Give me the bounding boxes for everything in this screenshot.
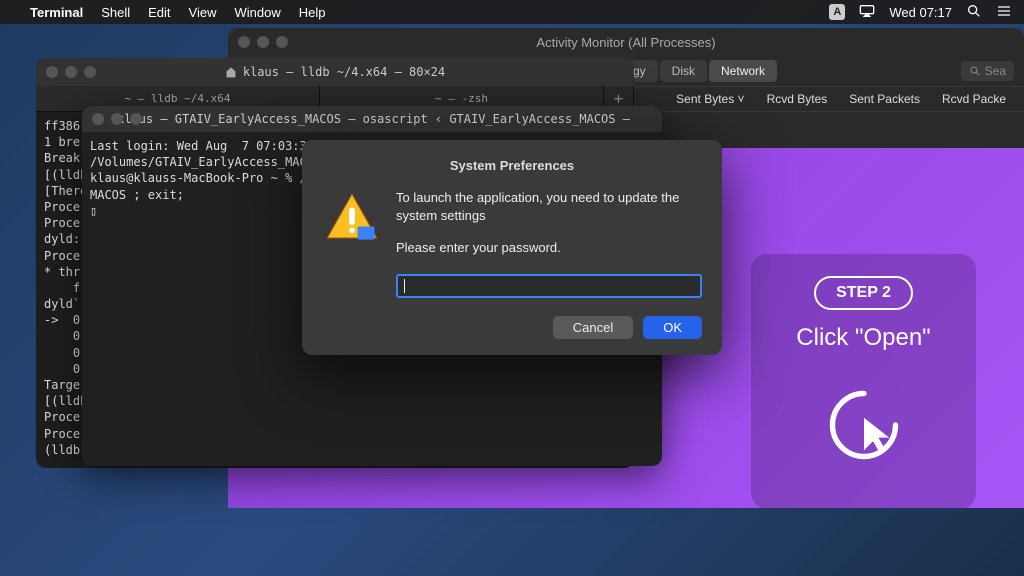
- search-placeholder: Sea: [985, 64, 1006, 78]
- minimize-icon[interactable]: [257, 36, 269, 48]
- menu-shell[interactable]: Shell: [101, 5, 130, 20]
- fullscreen-icon[interactable]: [130, 113, 142, 125]
- col-sent-bytes[interactable]: Sent Bytes ˅: [668, 88, 752, 110]
- col-rcvd-bytes[interactable]: Rcvd Bytes: [759, 88, 836, 110]
- term2-title: klaus — GTAIV_EarlyAccess_MACOS — osascr…: [117, 112, 633, 126]
- cursor-circle-icon: [819, 380, 909, 470]
- activity-search[interactable]: Sea: [961, 61, 1014, 81]
- col-rcvd-packets[interactable]: Rcvd Packe: [934, 88, 1014, 110]
- fullscreen-icon[interactable]: [276, 36, 288, 48]
- step-badge: STEP 2: [814, 276, 913, 310]
- menubar-clock[interactable]: Wed 07:17: [889, 5, 952, 20]
- home-icon: [225, 66, 237, 78]
- activity-titlebar[interactable]: Activity Monitor (All Processes): [228, 28, 1024, 56]
- step-card: STEP 2 Click "Open": [751, 254, 976, 508]
- close-icon[interactable]: [92, 113, 104, 125]
- dialog-message-2: Please enter your password.: [396, 239, 702, 257]
- traffic-lights[interactable]: [92, 113, 142, 125]
- close-icon[interactable]: [46, 66, 58, 78]
- term1-titlebar[interactable]: klaus — lldb ~/4.x64 — 80×24: [36, 58, 634, 86]
- control-center-icon[interactable]: [996, 3, 1012, 22]
- menubar-app-name[interactable]: Terminal: [30, 5, 83, 20]
- cancel-button[interactable]: Cancel: [553, 316, 633, 339]
- term2-titlebar[interactable]: klaus — GTAIV_EarlyAccess_MACOS — osascr…: [82, 106, 662, 132]
- menu-view[interactable]: View: [189, 5, 217, 20]
- password-input[interactable]: [396, 274, 702, 298]
- ok-button[interactable]: OK: [643, 316, 702, 339]
- airplay-icon[interactable]: [859, 3, 875, 22]
- menu-window[interactable]: Window: [235, 5, 281, 20]
- tab-disk[interactable]: Disk: [660, 60, 707, 82]
- input-source-icon[interactable]: A: [829, 4, 845, 20]
- chevron-down-icon: ˅: [738, 92, 745, 106]
- menu-help[interactable]: Help: [299, 5, 326, 20]
- menubar: Terminal Shell Edit View Window Help A W…: [0, 0, 1024, 24]
- step-text: Click "Open": [796, 324, 930, 352]
- dialog-title: System Preferences: [322, 158, 702, 173]
- dialog-message-1: To launch the application, you need to u…: [396, 189, 702, 225]
- col-sent-packets[interactable]: Sent Packets: [841, 88, 928, 110]
- traffic-lights[interactable]: [46, 66, 96, 78]
- activity-title: Activity Monitor (All Processes): [536, 35, 715, 50]
- menu-edit[interactable]: Edit: [148, 5, 170, 20]
- minimize-icon[interactable]: [65, 66, 77, 78]
- traffic-lights[interactable]: [238, 36, 288, 48]
- spotlight-icon[interactable]: [966, 3, 982, 22]
- warning-icon: [322, 189, 382, 258]
- tab-network[interactable]: Network: [709, 60, 777, 82]
- term1-title: klaus — lldb ~/4.x64 — 80×24: [243, 65, 445, 79]
- system-preferences-dialog: System Preferences To launch the applica…: [302, 140, 722, 355]
- search-icon: [969, 65, 981, 77]
- minimize-icon[interactable]: [111, 113, 123, 125]
- close-icon[interactable]: [238, 36, 250, 48]
- fullscreen-icon[interactable]: [84, 66, 96, 78]
